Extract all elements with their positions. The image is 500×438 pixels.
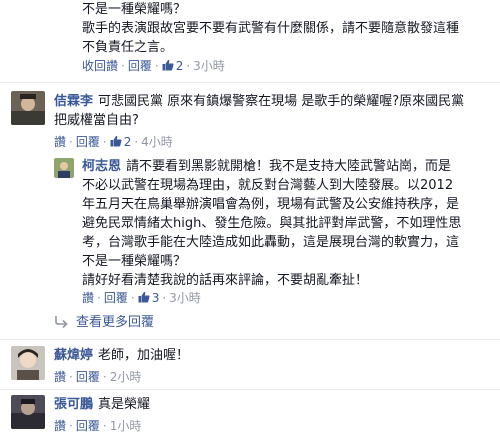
like-button[interactable]: 讚 [54,135,66,149]
like-button[interactable]: 讚 [54,419,66,433]
top-reply-line: 不負責任之言。 [82,40,174,55]
avatar-image [54,158,74,178]
top-reply-line: 不是一種榮耀嗎？ [82,2,187,17]
avatar-image [11,91,45,125]
reply-text: 避免民眾情緒太high、發生危險。與其批評對岸武警，不如理性思 [82,216,462,231]
timestamp: 3小時 [169,291,201,305]
comment-author[interactable]: 蘇煒婷 [54,348,93,363]
like-count-value: 2 [175,59,184,73]
view-more-replies-label[interactable]: 查看更多回覆 [76,315,154,330]
avatar[interactable] [54,158,74,178]
top-reply-actions: 收回讚 · 回覆 · 2 · 3小時 [82,59,225,73]
reply-button[interactable]: 回覆 [76,135,100,149]
comment-body: 蘇煒婷 老師，加油喔！ [54,346,494,365]
reply-button[interactable]: 回覆 [104,291,128,305]
reply-button[interactable]: 回覆 [76,370,100,384]
comment-author[interactable]: 佶霖李 [54,94,93,109]
thumbs-up-icon [110,135,122,147]
avatar[interactable] [11,395,45,429]
reply-text: 請好好看清楚我說的話再來評論，不要胡亂牽扯！ [82,273,369,288]
thumbs-up-icon [138,291,150,303]
like-button[interactable]: 讚 [82,291,94,305]
timestamp: 4小時 [141,135,173,149]
avatar-image [11,346,45,380]
top-reply-text: 不是一種榮耀嗎？ 歌手的表演跟故宮要不要有武警有什麼關係，請不要隨意散發這種 不… [82,0,492,57]
comment-text: 真是榮耀 [98,397,151,412]
comment-body: 張可鵬 真是榮耀 [54,395,494,414]
reply-text: 年五月天在鳥巢舉辦演唱會為例，現場有武警及公安維持秩序，是 [82,197,460,212]
comment-divider [0,82,500,83]
comment-actions: 讚 · 回覆 · 2小時 [54,370,142,384]
comment-divider [0,339,500,340]
like-count[interactable]: 2 [162,59,184,73]
view-more-replies[interactable]: 查看更多回覆 [54,311,154,330]
reply-button[interactable]: 回覆 [128,59,152,73]
reply-author[interactable]: 柯志恩 [82,159,121,174]
comment-divider [0,389,500,390]
timestamp: 2小時 [109,370,142,384]
comment-actions: 讚 · 回覆 · 2 · 4小時 [54,135,173,149]
thumbs-up-icon [162,59,174,71]
reply-text: 考，台灣歌手能在大陸造成如此轟動，這是展現台灣的軟實力，這 [82,235,460,250]
like-button[interactable]: 讚 [54,370,66,384]
comment-text: 可悲國民黨 原來有鎮爆警察在現場 是歌手的榮耀喔?原來國民黨 [98,94,465,109]
reply-text: 不必以武警在現場為理由，就反對台灣藝人到大陸發展。以2012 [82,178,454,193]
avatar[interactable] [11,346,45,380]
comment-actions: 讚 · 回覆 · 1小時 [54,419,142,433]
comment-text: 把威權當自由? [54,113,139,128]
comment-author[interactable]: 張可鵬 [54,397,93,412]
like-count-value: 3 [151,291,160,305]
avatar[interactable] [11,91,45,125]
avatar-image [11,395,45,429]
unlike-button[interactable]: 收回讚 [82,59,118,73]
comment-text: 老師，加油喔！ [98,348,190,363]
top-reply-line: 歌手的表演跟故宮要不要有武警有什麼關係，請不要隨意散發這種 [82,21,460,36]
like-count[interactable]: 2 [110,135,132,149]
timestamp: 1小時 [109,419,142,433]
reply-actions: 讚 · 回覆 · 3 · 3小時 [82,291,201,305]
reply-button[interactable]: 回覆 [76,419,100,433]
like-count[interactable]: 3 [138,291,160,305]
timestamp: 3小時 [193,59,225,73]
reply-text: 請不要看到黑影就開槍！我不是支持大陸武警站崗，而是 [126,159,452,174]
reply-body: 柯志恩 請不要看到黑影就開槍！我不是支持大陸武警站崗，而是 不必以武警在現場為理由… [82,157,492,290]
comment-body: 佶霖李 可悲國民黨 原來有鎮爆警察在現場 是歌手的榮耀喔?原來國民黨 把威權當自由… [54,92,494,130]
like-count-value: 2 [123,135,132,149]
reply-text: 不是一種榮耀嗎？ [82,254,187,269]
reply-arrow-icon [55,316,68,328]
